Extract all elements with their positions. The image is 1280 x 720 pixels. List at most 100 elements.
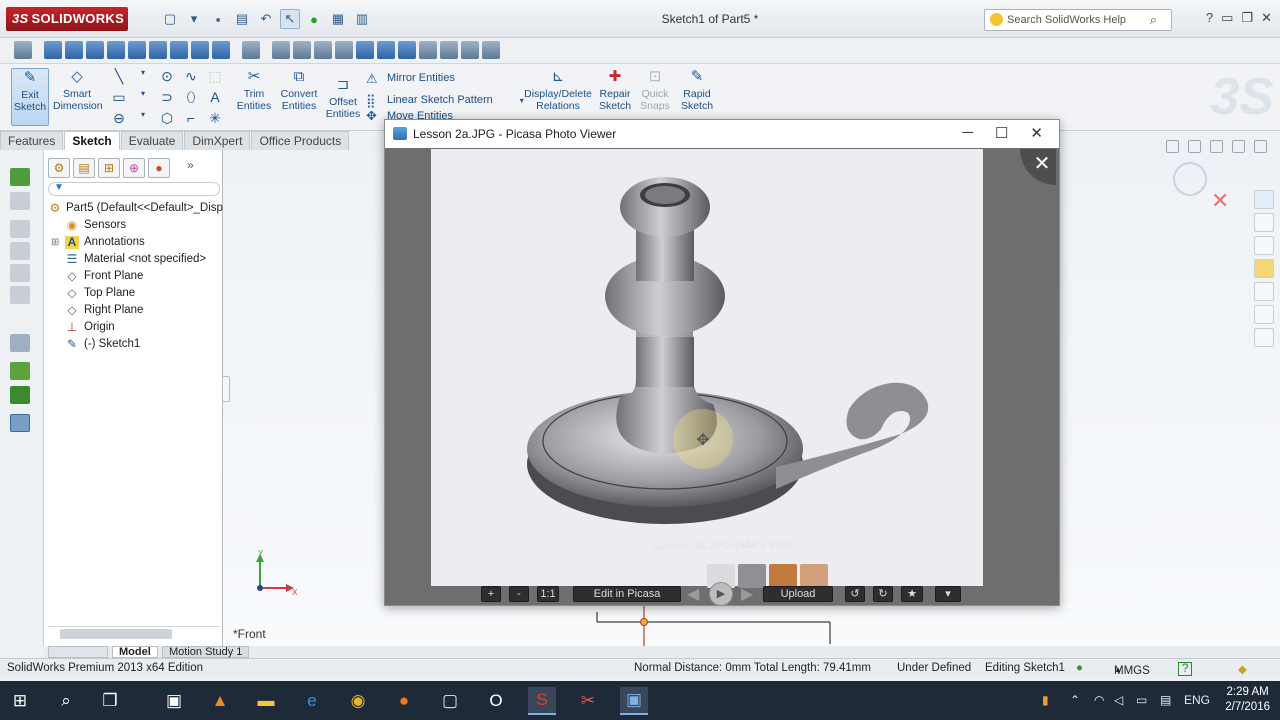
previous-view-icon[interactable] [314, 41, 332, 59]
tab-motion-study[interactable]: Motion Study 1 [162, 646, 250, 658]
close-photo-button[interactable]: ✕ [1020, 149, 1056, 185]
exit-sketch-button[interactable]: ✎ Exit Sketch [11, 68, 49, 126]
relations-tool-icon[interactable] [10, 220, 30, 238]
quick-snaps-button[interactable]: ⊡ Quick Snaps [638, 68, 672, 112]
rapid-sketch-button[interactable]: ✎ Rapid Sketch [678, 68, 716, 112]
task-view-icon[interactable]: ❐ [96, 687, 124, 715]
tab-model[interactable]: Model [112, 646, 158, 658]
solidworks-logo[interactable]: 3S SOLIDWORKS [6, 7, 128, 31]
photo-display[interactable]: ✥ [431, 149, 983, 586]
file-explorer-icon[interactable] [1254, 236, 1274, 255]
vlc-icon[interactable]: ▲ [206, 687, 234, 715]
viewport-link-icon[interactable] [1210, 140, 1223, 153]
appearances-icon[interactable] [1254, 305, 1274, 324]
actual-size-button[interactable]: 1:1 [537, 586, 559, 602]
line-icon[interactable]: ╲ [108, 68, 130, 89]
arc-icon[interactable]: ⊃ [156, 89, 178, 110]
zoom-out-button[interactable]: - [509, 586, 529, 602]
dimension-tool-icon[interactable] [10, 192, 30, 210]
spline-tool-icon[interactable] [10, 386, 30, 404]
close-icon[interactable]: ✕ [1030, 124, 1043, 142]
open-folder-icon[interactable]: ▾ [184, 9, 204, 29]
fillet-icon[interactable]: ⌐ [180, 110, 202, 131]
help-search-input[interactable]: Search SolidWorks Help ⌕ [984, 9, 1172, 31]
picasa-photo-viewer-window[interactable]: Lesson 2a.JPG - Picasa Photo Viewer ─ ☐ … [384, 119, 1060, 606]
smart-dimension-button[interactable]: ◇ Smart Dimension [53, 68, 103, 112]
action-center-icon[interactable]: ▤ [1160, 693, 1171, 707]
volume-icon[interactable]: ◁ [1114, 693, 1123, 707]
minimize-icon[interactable]: ─ [962, 124, 973, 142]
rebuild-indicator-icon[interactable]: ● [1076, 662, 1083, 674]
bottom-view-icon[interactable] [149, 41, 167, 59]
next-photo-icon[interactable]: ▶ [741, 584, 753, 604]
rotate-right-icon[interactable]: ↻ [873, 586, 893, 602]
top-view-icon[interactable] [128, 41, 146, 59]
battery-icon[interactable]: ▭ [1136, 693, 1147, 707]
upload-button[interactable]: Upload [763, 586, 833, 602]
viewport-tile-icon[interactable] [1166, 140, 1179, 153]
maximize-icon[interactable]: ☐ [995, 124, 1008, 142]
file-properties-icon[interactable]: ▦ [328, 9, 348, 29]
more-options-icon[interactable]: ▾ [935, 586, 961, 602]
tree-item-annotations[interactable]: ⊞ A Annotations [48, 234, 223, 251]
trim-entities-button[interactable]: ✂ Trim Entities [234, 68, 274, 112]
rotate-left-icon[interactable]: ↺ [845, 586, 865, 602]
show-hidden-icons[interactable]: ⌃ [1070, 693, 1080, 707]
expand-icon[interactable]: ⊞ [51, 234, 59, 251]
edge-icon[interactable]: e [298, 687, 326, 715]
viewport-split-icon[interactable] [1188, 140, 1201, 153]
dimetric-view-icon[interactable] [191, 41, 209, 59]
configuration-manager-tab-icon[interactable]: ⊞ [98, 158, 120, 178]
point-icon[interactable]: ✳ [204, 110, 226, 131]
front-view-icon[interactable] [44, 41, 62, 59]
tree-item-origin[interactable]: ⊥ Origin [48, 319, 223, 336]
system-clock[interactable]: 2:29 AM 2/7/2016 [1225, 685, 1270, 715]
solidworks-resources-icon[interactable] [1254, 190, 1274, 209]
normal-to-icon[interactable] [14, 41, 32, 59]
trimetric-view-icon[interactable] [212, 41, 230, 59]
close-icon[interactable]: ✕ [1261, 10, 1272, 26]
tab-dimxpert[interactable]: DimXpert [184, 131, 251, 150]
wifi-icon[interactable]: ◠ [1094, 693, 1104, 707]
picasa-taskbar-icon[interactable]: ▣ [620, 687, 648, 715]
measure-icon[interactable] [242, 41, 260, 59]
dropdown-icon[interactable]: ▾ [132, 110, 154, 131]
print-icon[interactable]: ▤ [232, 9, 252, 29]
tab-office-products[interactable]: Office Products [251, 131, 350, 150]
sketch-tools-icon[interactable] [10, 242, 30, 260]
selection-filter-icon[interactable] [10, 414, 30, 432]
viewport-close-icon[interactable] [1254, 140, 1267, 153]
solidworks-taskbar-icon[interactable]: S [528, 687, 556, 715]
tree-item-right-plane[interactable]: ◇ Right Plane [48, 302, 223, 319]
tree-item-sketch1[interactable]: ✎ (-) Sketch1 [48, 336, 223, 353]
sketch-tool-icon[interactable] [10, 168, 30, 186]
rotate-view-icon[interactable] [482, 41, 500, 59]
tray-notification-icon[interactable]: ▮ [1042, 693, 1049, 707]
pattern-tool-icon[interactable] [10, 286, 30, 304]
chrome-icon[interactable]: ◉ [344, 687, 372, 715]
grid-tool-icon[interactable] [10, 334, 30, 352]
feature-tree-tab-icon[interactable]: ⚙ [48, 158, 70, 178]
snipping-tool-icon[interactable]: ✂ [574, 687, 602, 715]
sketch-geometry[interactable] [590, 606, 840, 646]
help-menu-icon[interactable]: ? [1206, 10, 1213, 26]
panel-splitter-handle[interactable] [222, 376, 230, 402]
linear-sketch-pattern-button[interactable]: ⣿ Linear Sketch Pattern ▾ [366, 90, 524, 112]
zoom-to-area-icon[interactable] [293, 41, 311, 59]
slot-icon[interactable]: ⊖ [108, 110, 130, 131]
store-icon[interactable]: ▣ [160, 687, 188, 715]
restore-icon[interactable]: ❐ [1241, 10, 1253, 26]
confirm-corner-icon[interactable] [1173, 162, 1207, 196]
text-icon[interactable]: A [204, 89, 226, 110]
display-delete-relations-button[interactable]: ⊾ Display/Delete Relations [522, 68, 594, 112]
offset-entities-button[interactable]: ⊐ Offset Entities [324, 76, 362, 120]
save-icon[interactable]: ▪ [208, 9, 228, 29]
circle-icon[interactable]: ⊙ [156, 68, 178, 89]
expand-panel-icon[interactable]: » [187, 158, 194, 178]
tab-evaluate[interactable]: Evaluate [120, 131, 184, 150]
generic-app-icon[interactable]: ▢ [436, 687, 464, 715]
view-settings-icon[interactable] [461, 41, 479, 59]
tree-item-top-plane[interactable]: ◇ Top Plane [48, 285, 223, 302]
tree-horizontal-scrollbar[interactable] [48, 626, 220, 640]
convert-entities-button[interactable]: ⧉ Convert Entities [278, 68, 320, 112]
